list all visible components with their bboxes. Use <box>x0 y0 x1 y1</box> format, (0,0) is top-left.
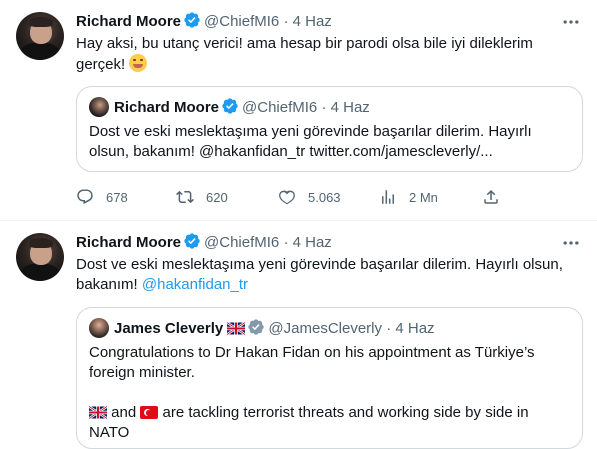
share-icon <box>484 189 498 204</box>
author-name[interactable]: Richard Moore <box>76 13 181 30</box>
quoted-author-handle: @JamesCleverly <box>268 320 383 337</box>
quoted-timestamp: 4 Haz <box>395 320 435 337</box>
tweet-text: Dost ve eski meslektaşıma yeni görevinde… <box>76 255 581 295</box>
separator-dot: · <box>321 99 327 116</box>
tweet-actions: 678 620 5.063 2 Mn <box>76 188 581 208</box>
verified-badge-icon <box>183 232 201 256</box>
mention-link[interactable]: @hakanfidan_tr <box>142 276 248 293</box>
more-options-icon[interactable] <box>561 12 581 32</box>
tweet-text-line-1: Dost ve eski meslektaşıma yeni görevinde… <box>76 256 563 273</box>
author-name[interactable]: Richard Moore <box>76 234 181 251</box>
tweet-text-line-2: bakanım! @hakanfidan_tr <box>76 276 249 293</box>
quoted-text-line-2: olsun, bakanım! @hakanfidan_tr twitter.c… <box>89 143 493 160</box>
quoted-tweet-header: James Cleverly @JamesCleverly · 4 Haz <box>89 318 435 342</box>
retweet-button[interactable]: 620 <box>176 188 228 206</box>
like-button[interactable]: 5.063 <box>278 188 341 206</box>
quoted-text-line-3: and are tackling terrorist threats and w… <box>88 403 574 423</box>
quoted-author-name: James Cleverly <box>114 320 224 337</box>
author-handle[interactable]: @ChiefMI6 <box>204 13 279 30</box>
uk-flag-icon <box>226 321 247 336</box>
separator-dot: · <box>283 234 289 251</box>
quoted-tweet-text: Dost ve eski meslektaşıma yeni görevinde… <box>89 122 574 162</box>
tweet-text: Hay aksi, bu utanç verici! ama hesap bir… <box>76 34 576 75</box>
quoted-author-avatar <box>89 97 109 117</box>
reply-count: 678 <box>106 189 128 205</box>
tweet-text-line-2: gerçek! <box>76 54 576 75</box>
quoted-tweet-header: Richard Moore @ChiefMI6 · 4 Haz <box>89 97 370 121</box>
reply-icon <box>77 189 93 205</box>
quoted-text-line-2: foreign minister. <box>89 364 195 381</box>
more-options-icon[interactable] <box>561 233 581 253</box>
quoted-author-avatar <box>89 318 109 338</box>
verified-badge-icon <box>221 97 239 121</box>
share-button[interactable] <box>482 188 500 206</box>
tweet-header: Richard Moore @ChiefMI6 · 4 Haz <box>76 232 332 256</box>
tweet-text-line-1: Hay aksi, bu utanç verici! ama hesap bir… <box>76 35 533 52</box>
tweet-header: Richard Moore @ChiefMI6 · 4 Haz <box>76 11 332 35</box>
quoted-text-line-1: Congratulations to Dr Hakan Fidan on his… <box>89 344 535 361</box>
separator-dot: · <box>386 320 392 337</box>
verified-badge-icon <box>247 318 265 342</box>
like-count: 5.063 <box>308 189 341 205</box>
tweet-2[interactable]: Richard Moore @ChiefMI6 · 4 Haz Dost ve e… <box>0 221 597 449</box>
turkey-flag-icon <box>140 406 159 419</box>
quoted-author-handle: @ChiefMI6 <box>242 99 318 116</box>
quoted-author-name: Richard Moore <box>114 99 220 116</box>
quoted-tweet-text: Congratulations to Dr Hakan Fidan on his… <box>88 343 574 443</box>
views-count: 2 Mn <box>409 189 438 205</box>
smiling-face-emoji-icon <box>129 54 148 72</box>
quoted-tweet[interactable]: James Cleverly @JamesCleverly · 4 Haz Co… <box>76 307 583 449</box>
author-avatar[interactable] <box>16 233 64 281</box>
timestamp[interactable]: 4 Haz <box>293 234 332 251</box>
quoted-text-line-4: NATO <box>89 424 130 441</box>
quoted-tweet[interactable]: Richard Moore @ChiefMI6 · 4 Haz Dost ve e… <box>76 86 583 172</box>
quoted-timestamp: 4 Haz <box>330 99 370 116</box>
verified-badge-icon <box>183 11 201 35</box>
timestamp[interactable]: 4 Haz <box>293 13 332 30</box>
heart-icon <box>279 190 295 205</box>
author-avatar[interactable] <box>16 12 64 60</box>
separator-dot: · <box>283 13 289 30</box>
uk-flag-icon <box>88 405 108 420</box>
reply-button[interactable]: 678 <box>76 188 128 206</box>
retweet-count: 620 <box>206 189 228 205</box>
views-button[interactable]: 2 Mn <box>379 188 438 206</box>
author-handle[interactable]: @ChiefMI6 <box>204 234 279 251</box>
retweet-icon <box>176 190 194 204</box>
views-chart-icon <box>382 190 394 204</box>
tweet-1[interactable]: Richard Moore @ChiefMI6 · 4 Haz Hay aksi,… <box>0 0 597 220</box>
quoted-text-line-1: Dost ve eski meslektaşıma yeni görevinde… <box>89 123 532 140</box>
